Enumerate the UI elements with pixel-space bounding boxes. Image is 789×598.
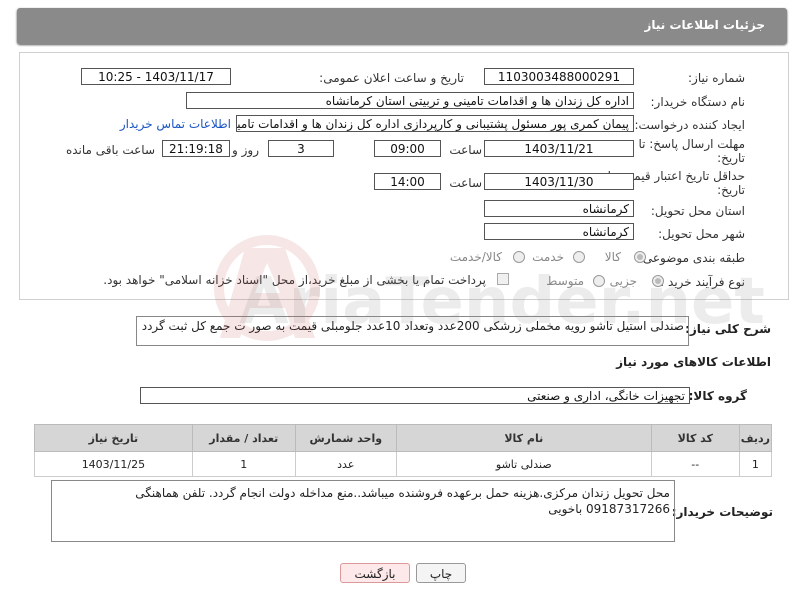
category-radio-goods-service[interactable] [513, 251, 525, 263]
province-field[interactable]: کرمانشاه [484, 200, 634, 217]
purchase-type-label: نوع فرآیند خرید : [660, 275, 745, 289]
goods-table-header: ردیف کد کالا نام کالا واحد شمارش تعداد /… [34, 424, 773, 452]
validity-time-field[interactable]: 14:00 [374, 173, 441, 190]
col-code: کد کالا [650, 424, 740, 452]
page-title: جزئیات اطلاعات نیاز [644, 18, 765, 32]
cell-name: صندلی تاشو [395, 451, 652, 477]
need-number-label: شماره نیاز: [688, 71, 745, 85]
col-row: ردیف [738, 424, 773, 452]
description-label: شرح کلی نیاز: [685, 322, 771, 336]
cell-date: 1403/11/25 [34, 451, 193, 477]
treasury-payment-text: پرداخت تمام یا بخشی از مبلغ خرید،از محل … [103, 273, 486, 287]
buyer-notes-field[interactable]: محل تحویل زندان مرکزی.هزینه حمل برعهده ف… [51, 480, 675, 542]
page-header: جزئیات اطلاعات نیاز [17, 8, 787, 44]
description-field[interactable]: صندلی استیل تاشو رویه مخملی زرشکی 200عدد… [136, 316, 689, 346]
city-field[interactable]: کرمانشاه [484, 223, 634, 240]
days-and-label: روز و [232, 143, 259, 157]
col-qty: تعداد / مقدار [191, 424, 296, 452]
deadline-label: مهلت ارسال پاسخ: تا [638, 137, 745, 151]
need-number-field[interactable]: 1103003488000291 [484, 68, 634, 85]
deadline-date-field[interactable]: 1403/11/21 [484, 140, 634, 157]
goods-group-field[interactable]: تجهیزات خانگی، اداری و صنعتی [140, 387, 690, 404]
deadline-label-date: تاریخ: [717, 151, 745, 165]
table-row[interactable]: 1 -- صندلی تاشو عدد 1 1403/11/25 [34, 451, 773, 477]
back-button[interactable]: بازگشت [340, 563, 410, 583]
deadline-time-label: ساعت [449, 143, 482, 157]
deadline-time-field[interactable]: 09:00 [374, 140, 441, 157]
province-label: استان محل تحویل: [650, 204, 745, 218]
purchase-radio-medium[interactable] [593, 275, 605, 287]
cell-unit: عدد [294, 451, 397, 477]
category-radio-service[interactable] [573, 251, 585, 263]
creator-label: ایجاد کننده درخواست: [634, 118, 745, 132]
category-option-service: خدمت [532, 250, 564, 264]
cell-row: 1 [738, 451, 773, 477]
buyer-field[interactable]: اداره کل زندان ها و اقدامات تامینی و ترب… [186, 92, 634, 109]
validity-time-label: ساعت [449, 176, 482, 190]
announce-date-field[interactable]: 1403/11/17 - 10:25 [81, 68, 231, 85]
category-option-goods-service: کالا/خدمت [449, 250, 502, 264]
announce-date-label: تاریخ و ساعت اعلان عمومی: [319, 71, 464, 85]
col-date: تاریخ نیاز [34, 424, 193, 452]
col-unit: واحد شمارش [294, 424, 397, 452]
col-name: نام کالا [395, 424, 652, 452]
remaining-suffix-label: ساعت باقی مانده [65, 143, 155, 157]
buyer-contact-link[interactable]: اطلاعات تماس خریدار [120, 117, 231, 131]
print-button[interactable]: چاپ [416, 563, 466, 583]
validity-date-field[interactable]: 1403/11/30 [484, 173, 634, 190]
category-radio-goods[interactable] [634, 251, 646, 263]
cell-qty: 1 [191, 451, 296, 477]
goods-section-title: اطلاعات کالاهای مورد نیاز [616, 355, 771, 369]
remaining-days-field[interactable]: 3 [268, 140, 334, 157]
treasury-payment-checkbox[interactable] [497, 273, 509, 285]
buyer-notes-label: توضیحات خریدار: [671, 505, 773, 519]
creator-field[interactable]: پیمان کمری پور مسئول پشتیبانی و کارپرداز… [236, 115, 634, 132]
purchase-option-medium: متوسط [546, 274, 584, 288]
purchase-radio-minor[interactable] [652, 275, 664, 287]
goods-group-label: گروه کالا: [688, 389, 747, 403]
city-label: شهر محل تحویل: [658, 227, 745, 241]
remaining-time-field[interactable]: 21:19:18 [162, 140, 230, 157]
validity-label-date: تاریخ: [717, 183, 745, 197]
category-option-goods: کالا [604, 250, 621, 264]
buyer-label: نام دستگاه خریدار: [650, 95, 746, 109]
cell-code: -- [650, 451, 740, 477]
goods-table: ردیف کد کالا نام کالا واحد شمارش تعداد /… [34, 424, 773, 477]
category-label: طبقه بندی موضوعی: [638, 251, 745, 265]
purchase-option-minor: جزیی [609, 274, 637, 288]
